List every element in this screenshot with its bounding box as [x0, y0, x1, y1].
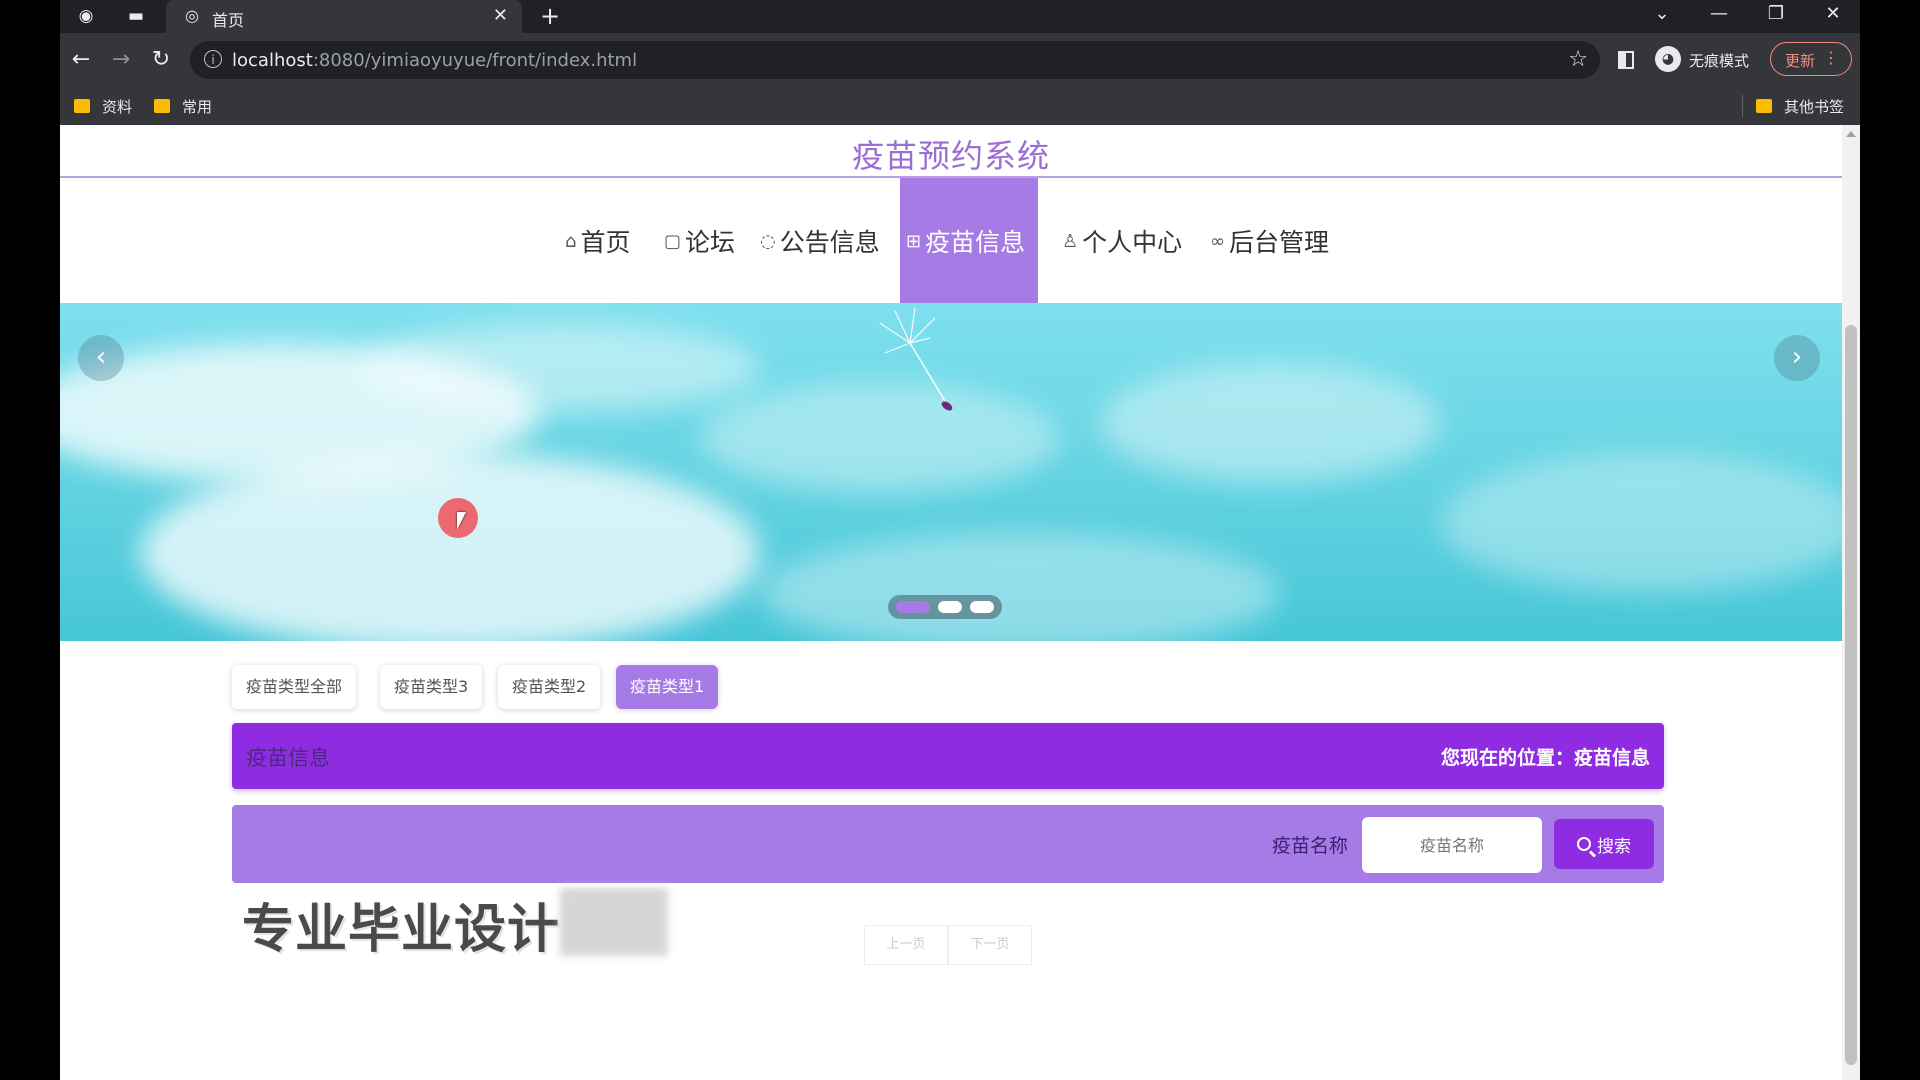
tab-search-icon[interactable]: ▬ — [124, 4, 148, 28]
banner-carousel: ‹ › — [60, 303, 1842, 641]
category-all-button[interactable]: 疫苗类型全部 — [232, 665, 357, 709]
update-button[interactable]: 更新 ⋮ — [1770, 42, 1852, 76]
nav-item-notice[interactable]: ◌ 公告信息 — [760, 178, 880, 304]
forward-button[interactable]: → — [106, 45, 136, 75]
more-menu-icon[interactable]: ⋮ — [1823, 48, 1839, 67]
carousel-dot-3[interactable] — [970, 601, 994, 613]
breadcrumb: 您现在的位置：疫苗信息 — [1440, 747, 1650, 769]
notice-icon: ◌ — [760, 230, 776, 252]
incognito-label: 无痕模式 — [1689, 52, 1750, 70]
url-text[interactable]: localhost:8080/yimiaoyuyue/front/index.h… — [232, 50, 637, 71]
cloud — [1100, 363, 1440, 483]
reload-button[interactable]: ↻ — [146, 45, 176, 75]
link-icon: ∞ — [1210, 230, 1225, 252]
cloud — [360, 323, 760, 413]
search-input[interactable] — [1362, 817, 1542, 873]
search-button-label: 搜索 — [1597, 836, 1631, 857]
category-3-button[interactable]: 疫苗类型3 — [380, 665, 483, 709]
bookmarks-bar: 资料 常用 其他书签 — [60, 87, 1860, 125]
bookmark-label: 资料 — [102, 97, 133, 116]
site-info-icon[interactable]: i — [204, 50, 222, 68]
browser-toolbar: ← → ↻ i localhost:8080/yimiaoyuyue/front… — [60, 33, 1860, 87]
forum-icon: ▢ — [664, 230, 682, 252]
browser-chrome: ◉ ▬ ◎ 首页 ✕ + ⌄ — ❐ ✕ ← → ↻ i localhost:8… — [60, 0, 1860, 125]
address-bar[interactable]: i localhost:8080/yimiaoyuyue/front/index… — [190, 41, 1600, 79]
other-bookmarks-folder[interactable]: 其他书签 — [1756, 95, 1844, 117]
bookmarks-divider — [1742, 95, 1743, 117]
folder-icon — [1756, 99, 1772, 113]
incognito-icon[interactable]: ◕ — [1655, 46, 1681, 72]
nav-item-forum[interactable]: ▢ 论坛 — [664, 178, 735, 304]
cloud — [140, 453, 760, 641]
nav-item-home[interactable]: ⌂ 首页 — [565, 178, 630, 304]
banner-next-button[interactable]: › — [1774, 335, 1820, 381]
nav-item-profile[interactable]: ♙ 个人中心 — [1062, 178, 1182, 304]
carousel-dot-1[interactable] — [896, 601, 930, 613]
nav-label: 后台管理 — [1229, 228, 1330, 257]
tab-list-chevron-icon[interactable]: ⌄ — [1634, 0, 1690, 30]
search-bar: 疫苗名称 搜索 — [232, 805, 1664, 883]
side-panel-icon[interactable] — [1618, 51, 1634, 69]
category-1-button[interactable]: 疫苗类型1 — [616, 665, 719, 709]
next-page-button[interactable]: 下一页 — [948, 925, 1032, 965]
web-page: 疫苗预约系统 ⌂ 首页 ▢ 论坛 ◌ 公告信息 ⊞ 疫苗信息 ♙ 个人中心 ∞ … — [60, 125, 1860, 1080]
back-button[interactable]: ← — [66, 45, 96, 75]
nav-label: 首页 — [580, 228, 631, 257]
carousel-dot-2[interactable] — [938, 601, 962, 613]
search-icon — [1577, 837, 1591, 851]
close-tab-icon[interactable]: ✕ — [493, 5, 508, 26]
cloud — [760, 533, 1280, 641]
watermark-text: 专业毕业设计 — [242, 900, 561, 960]
close-window-button[interactable]: ✕ — [1805, 0, 1861, 30]
vaccine-icon: ⊞ — [906, 230, 922, 252]
carousel-indicators — [888, 595, 1002, 619]
nav-label: 公告信息 — [779, 228, 880, 257]
pagination: 上一页 下一页 — [864, 925, 1032, 965]
bookmark-label: 常用 — [182, 97, 213, 116]
minimize-button[interactable]: — — [1691, 0, 1747, 30]
tab-title: 首页 — [212, 11, 245, 30]
blurred-region — [560, 888, 668, 956]
scrollbar-thumb[interactable] — [1845, 325, 1857, 1065]
nav-label: 个人中心 — [1082, 228, 1183, 257]
search-label: 疫苗名称 — [1272, 835, 1349, 857]
section-header: 疫苗信息 您现在的位置：疫苗信息 — [232, 723, 1664, 789]
bookmark-folder-ziliao[interactable]: 资料 — [74, 95, 132, 117]
bookmark-star-icon[interactable]: ☆ — [1568, 47, 1588, 72]
main-nav: ⌂ 首页 ▢ 论坛 ◌ 公告信息 ⊞ 疫苗信息 ♙ 个人中心 ∞ 后台管理 — [60, 178, 1842, 304]
banner-prev-button[interactable]: ‹ — [78, 335, 124, 381]
browser-tab[interactable]: ◎ 首页 ✕ — [166, 0, 522, 33]
restore-button[interactable]: ❐ — [1748, 0, 1804, 30]
prev-page-button[interactable]: 上一页 — [864, 925, 948, 965]
folder-icon — [154, 99, 170, 113]
folder-icon — [74, 99, 90, 113]
tab-strip: ◉ ▬ ◎ 首页 ✕ + ⌄ — ❐ ✕ — [60, 0, 1860, 33]
bookmark-folder-changyong[interactable]: 常用 — [154, 95, 212, 117]
globe-icon: ◎ — [185, 6, 199, 25]
nav-item-admin[interactable]: ∞ 后台管理 — [1210, 178, 1329, 304]
new-tab-button[interactable]: + — [540, 2, 560, 30]
nav-item-vaccine[interactable]: ⊞ 疫苗信息 — [900, 178, 1038, 304]
user-icon: ♙ — [1062, 230, 1079, 252]
nav-label: 论坛 — [685, 228, 736, 257]
category-2-button[interactable]: 疫苗类型2 — [498, 665, 601, 709]
scroll-up-icon[interactable] — [1846, 131, 1856, 137]
nav-label: 疫苗信息 — [925, 228, 1026, 257]
browser-menu-icon[interactable]: ◉ — [74, 4, 98, 28]
update-label: 更新 — [1785, 52, 1816, 70]
section-title: 疫苗信息 — [246, 746, 330, 770]
page-scrollbar[interactable] — [1842, 125, 1860, 1080]
mouse-cursor-icon — [457, 512, 466, 530]
home-icon: ⌂ — [565, 230, 577, 252]
other-bookmarks-label: 其他书签 — [1784, 97, 1845, 116]
site-title: 疫苗预约系统 — [851, 137, 1050, 175]
cloud — [1440, 453, 1842, 593]
search-button[interactable]: 搜索 — [1554, 819, 1654, 869]
dandelion-seed-icon — [879, 307, 953, 411]
